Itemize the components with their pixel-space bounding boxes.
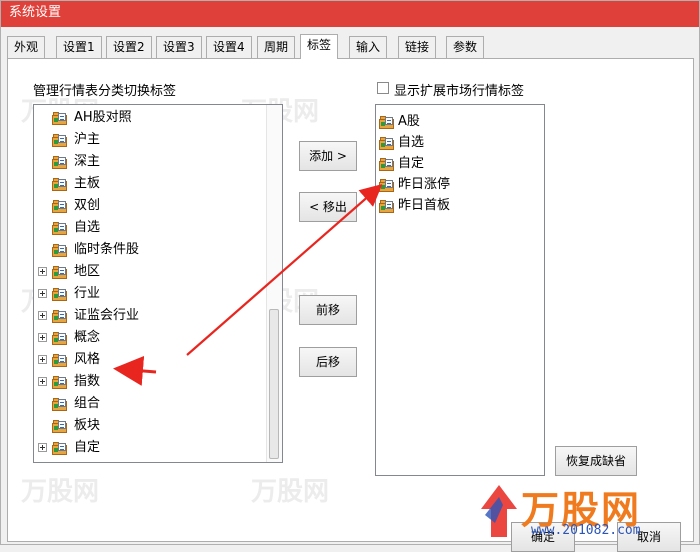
- tab-params[interactable]: 参数: [446, 36, 485, 58]
- tree-item[interactable]: 自定: [38, 437, 263, 459]
- folder-icon: [52, 398, 68, 411]
- folder-icon: [52, 112, 68, 125]
- tab-period[interactable]: 周期: [257, 36, 296, 58]
- extended-market-label: 显示扩展市场行情标签: [394, 84, 525, 99]
- tree-item-label: 风格: [74, 352, 101, 367]
- tab-settings1[interactable]: 设置1: [56, 36, 102, 58]
- tree-item-label: 地区: [74, 264, 101, 279]
- tree-item[interactable]: 自选: [38, 217, 263, 239]
- cancel-button[interactable]: 取消: [617, 522, 681, 552]
- expand-icon[interactable]: [38, 333, 47, 342]
- folder-icon: [379, 137, 395, 150]
- scrollbar-thumb[interactable]: [269, 309, 279, 459]
- tab-appearance[interactable]: 外观: [7, 36, 46, 58]
- tree-item[interactable]: 概念: [38, 327, 263, 349]
- list-item-label: A股: [398, 114, 420, 129]
- tab-labels[interactable]: 标签: [300, 34, 339, 59]
- title-bar: 系统设置: [1, 1, 699, 27]
- tree-item[interactable]: 证监会行业: [38, 305, 263, 327]
- folder-icon: [52, 134, 68, 147]
- tree-item[interactable]: AH股对照: [38, 107, 263, 129]
- tree-item-label: 证监会行业: [74, 308, 140, 323]
- move-down-button[interactable]: 后移: [299, 347, 357, 377]
- expand-icon[interactable]: [38, 443, 47, 452]
- tree-item[interactable]: 地区: [38, 261, 263, 283]
- folder-icon: [52, 332, 68, 345]
- tree-item[interactable]: 板块: [38, 415, 263, 437]
- tree-item[interactable]: 沪主: [38, 129, 263, 151]
- extended-market-checkbox[interactable]: [377, 82, 389, 94]
- folder-icon: [52, 288, 68, 301]
- left-panel-heading: 管理行情表分类切换标签: [33, 84, 177, 99]
- folder-icon: [52, 244, 68, 257]
- expand-icon[interactable]: [38, 267, 47, 276]
- list-item[interactable]: 昨日涨停: [379, 174, 539, 196]
- tree-item-label: 主板: [74, 176, 101, 191]
- list-item-label: 昨日首板: [398, 198, 451, 213]
- tree-item-label: 组合: [74, 396, 101, 411]
- window-title: 系统设置: [9, 5, 62, 20]
- tree-item-label: 深主: [74, 154, 101, 169]
- expand-icon[interactable]: [38, 289, 47, 298]
- folder-icon: [379, 200, 395, 213]
- folder-icon: [52, 420, 68, 433]
- list-item[interactable]: 自定: [379, 153, 539, 175]
- expand-icon[interactable]: [38, 311, 47, 320]
- list-item-label: 昨日涨停: [398, 177, 451, 192]
- tab-settings2[interactable]: 设置2: [106, 36, 152, 58]
- folder-icon: [379, 116, 395, 129]
- tree-item[interactable]: 指数: [38, 371, 263, 393]
- tree-item[interactable]: 临时条件股: [38, 239, 263, 261]
- restore-defaults-button[interactable]: 恢复成缺省: [555, 446, 637, 476]
- tab-settings3[interactable]: 设置3: [156, 36, 202, 58]
- tree-item[interactable]: 风格: [38, 349, 263, 371]
- folder-icon: [52, 200, 68, 213]
- tree-item-label: 双创: [74, 198, 101, 213]
- tree-item-label: 指数: [74, 374, 101, 389]
- folder-icon: [52, 178, 68, 191]
- settings-window: 系统设置 外观 设置1 设置2 设置3 设置4 周期 标签 输入 链接 参数 万…: [0, 0, 700, 552]
- tab-links[interactable]: 链接: [398, 36, 437, 58]
- folder-icon: [52, 156, 68, 169]
- remove-button[interactable]: < 移出: [299, 192, 357, 222]
- ok-button[interactable]: 确定: [511, 522, 575, 552]
- folder-icon: [52, 442, 68, 455]
- tree-item-label: 自选: [74, 220, 101, 235]
- folder-icon: [52, 266, 68, 279]
- folder-icon: [52, 354, 68, 367]
- folder-icon: [52, 376, 68, 389]
- tree-item-label: AH股对照: [74, 110, 132, 125]
- tree-item-label: 沪主: [74, 132, 101, 147]
- tree-item[interactable]: 组合: [38, 393, 263, 415]
- tree-item-label: 临时条件股: [74, 242, 140, 257]
- folder-icon: [379, 179, 395, 192]
- tab-input[interactable]: 输入: [349, 36, 388, 58]
- category-tree-scrollbar[interactable]: [266, 105, 282, 462]
- tree-item-label: 行业: [74, 286, 101, 301]
- tree-item[interactable]: 双创: [38, 195, 263, 217]
- tab-settings4[interactable]: 设置4: [206, 36, 252, 58]
- list-item[interactable]: A股: [379, 111, 539, 133]
- tree-item-label: 板块: [74, 418, 101, 433]
- list-item-label: 自定: [398, 156, 425, 171]
- folder-icon: [52, 310, 68, 323]
- tree-item[interactable]: 主板: [38, 173, 263, 195]
- list-item[interactable]: 昨日首板: [379, 195, 539, 217]
- selected-tabs-list[interactable]: A股自选自定昨日涨停昨日首板: [375, 104, 545, 476]
- expand-icon[interactable]: [38, 355, 47, 364]
- add-button[interactable]: 添加 >: [299, 141, 357, 171]
- folder-icon: [52, 222, 68, 235]
- tree-item-label: 自定: [74, 440, 101, 455]
- list-item[interactable]: 自选: [379, 132, 539, 154]
- category-tree[interactable]: AH股对照沪主深主主板双创自选临时条件股地区行业证监会行业概念风格指数组合板块自…: [33, 104, 283, 463]
- tree-item[interactable]: 深主: [38, 151, 263, 173]
- tree-item-label: 概念: [74, 330, 101, 345]
- tree-item[interactable]: 行业: [38, 283, 263, 305]
- list-item-label: 自选: [398, 135, 425, 150]
- move-up-button[interactable]: 前移: [299, 295, 357, 325]
- expand-icon[interactable]: [38, 377, 47, 386]
- folder-icon: [379, 158, 395, 171]
